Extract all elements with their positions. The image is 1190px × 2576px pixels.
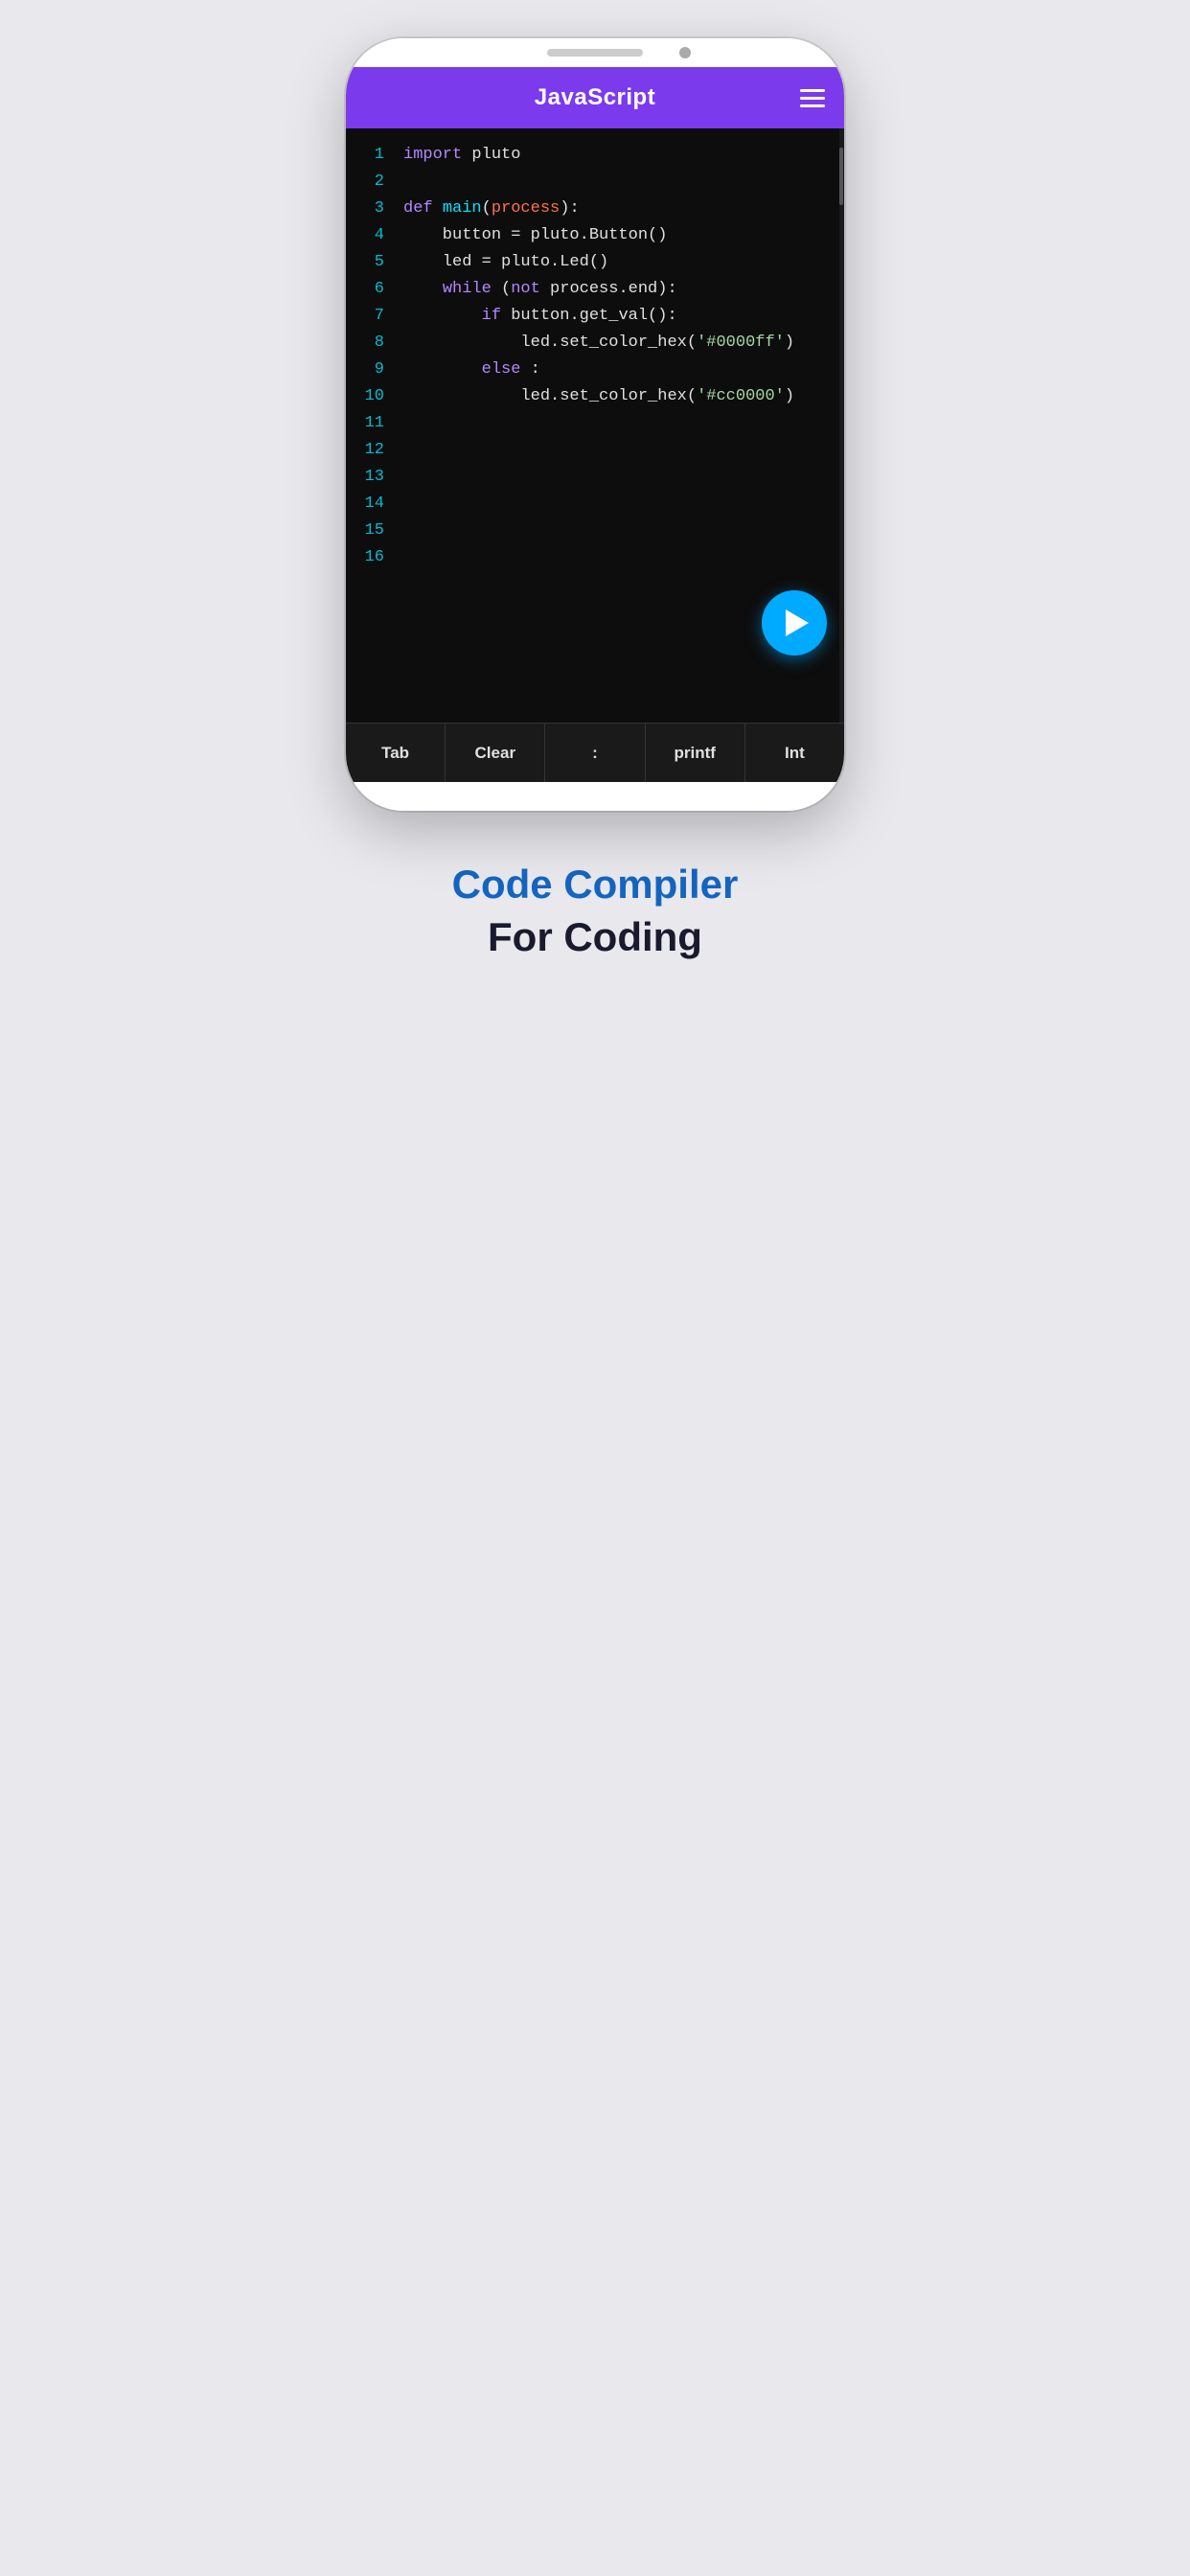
code-line: button = pluto.Button()	[403, 222, 830, 249]
code-editor[interactable]: 12345678910111213141516 import pluto def…	[346, 128, 844, 723]
toolbar-item-int[interactable]: Int	[745, 724, 844, 782]
code-segment	[403, 307, 482, 325]
code-segment: not	[511, 280, 540, 298]
line-number: 9	[375, 356, 384, 383]
line-number: 3	[375, 196, 384, 222]
line-number: 14	[365, 491, 384, 518]
code-segment: process.end):	[540, 280, 677, 298]
code-segment	[403, 360, 482, 379]
code-segment: led.set_color_hex(	[403, 334, 697, 352]
line-number: 16	[365, 544, 384, 571]
code-line	[403, 464, 830, 491]
code-line	[403, 518, 830, 544]
code-segment: :	[520, 360, 539, 379]
code-segment: '#0000ff'	[697, 334, 785, 352]
code-segment: main	[443, 199, 482, 218]
code-segment: def	[403, 199, 433, 218]
toolbar-item-printf[interactable]: printf	[646, 724, 745, 782]
code-segment: )	[785, 334, 794, 352]
code-segment: while	[443, 280, 492, 298]
code-line	[403, 491, 830, 518]
bottom-toolbar: TabClear:printfInt	[346, 723, 844, 782]
hamburger-line-1	[800, 89, 825, 92]
code-line: import pluto	[403, 142, 830, 169]
code-segment: (	[492, 280, 511, 298]
line-number: 10	[365, 383, 384, 410]
scroll-thumb	[839, 148, 843, 205]
code-segment: else	[482, 360, 521, 379]
code-segment: button = pluto.Button()	[403, 226, 667, 244]
phone-wrapper: JavaScript 12345678910111213141516 impor…	[346, 38, 844, 811]
line-number: 13	[365, 464, 384, 491]
app-title: JavaScript	[535, 84, 655, 111]
code-line	[403, 169, 830, 196]
code-segment: led = pluto.Led()	[403, 253, 608, 271]
code-segment: )	[785, 387, 794, 405]
hamburger-line-3	[800, 104, 825, 107]
code-line	[403, 410, 830, 437]
caption-line2: For Coding	[452, 911, 739, 964]
code-line	[403, 544, 830, 571]
code-line: led = pluto.Led()	[403, 249, 830, 276]
code-segment: process	[492, 199, 560, 218]
hamburger-line-2	[800, 97, 825, 100]
line-number: 12	[365, 437, 384, 464]
code-line: else :	[403, 356, 830, 383]
code-segment	[433, 199, 443, 218]
code-segment: pluto	[462, 146, 520, 164]
code-segment: '#cc0000'	[697, 387, 785, 405]
code-segment: button.get_val():	[501, 307, 677, 325]
code-segment: if	[482, 307, 501, 325]
code-line: while (not process.end):	[403, 276, 830, 303]
hamburger-menu-icon[interactable]	[800, 89, 825, 107]
line-number: 5	[375, 249, 384, 276]
caption-line1: Code Compiler	[452, 859, 739, 911]
play-icon	[786, 610, 809, 636]
line-number: 11	[365, 410, 384, 437]
line-number: 6	[375, 276, 384, 303]
app-caption: Code Compiler For Coding	[452, 859, 739, 963]
phone-frame: JavaScript 12345678910111213141516 impor…	[346, 38, 844, 811]
code-segment: ):	[560, 199, 579, 218]
code-segment: import	[403, 146, 462, 164]
code-segment	[403, 280, 443, 298]
notch-pill	[547, 49, 643, 57]
toolbar-item-tab[interactable]: Tab	[346, 724, 446, 782]
line-number: 7	[375, 303, 384, 330]
toolbar-item-clear[interactable]: Clear	[446, 724, 545, 782]
line-number: 2	[375, 169, 384, 196]
phone-top-bar	[346, 38, 844, 67]
code-line	[403, 437, 830, 464]
code-line: led.set_color_hex('#cc0000')	[403, 383, 830, 410]
line-number: 15	[365, 518, 384, 544]
camera-dot	[679, 47, 691, 58]
code-line: def main(process):	[403, 196, 830, 222]
code-segment: (	[482, 199, 492, 218]
code-segment: led.set_color_hex(	[403, 387, 697, 405]
run-button[interactable]	[762, 590, 827, 656]
line-number: 8	[375, 330, 384, 356]
toolbar-item-:[interactable]: :	[545, 724, 645, 782]
scroll-indicator	[839, 128, 844, 723]
code-line: led.set_color_hex('#0000ff')	[403, 330, 830, 356]
app-header: JavaScript	[346, 67, 844, 128]
line-number: 1	[375, 142, 384, 169]
line-number: 4	[375, 222, 384, 249]
code-line: if button.get_val():	[403, 303, 830, 330]
line-numbers: 12345678910111213141516	[346, 128, 394, 723]
phone-bottom-bar	[346, 782, 844, 811]
